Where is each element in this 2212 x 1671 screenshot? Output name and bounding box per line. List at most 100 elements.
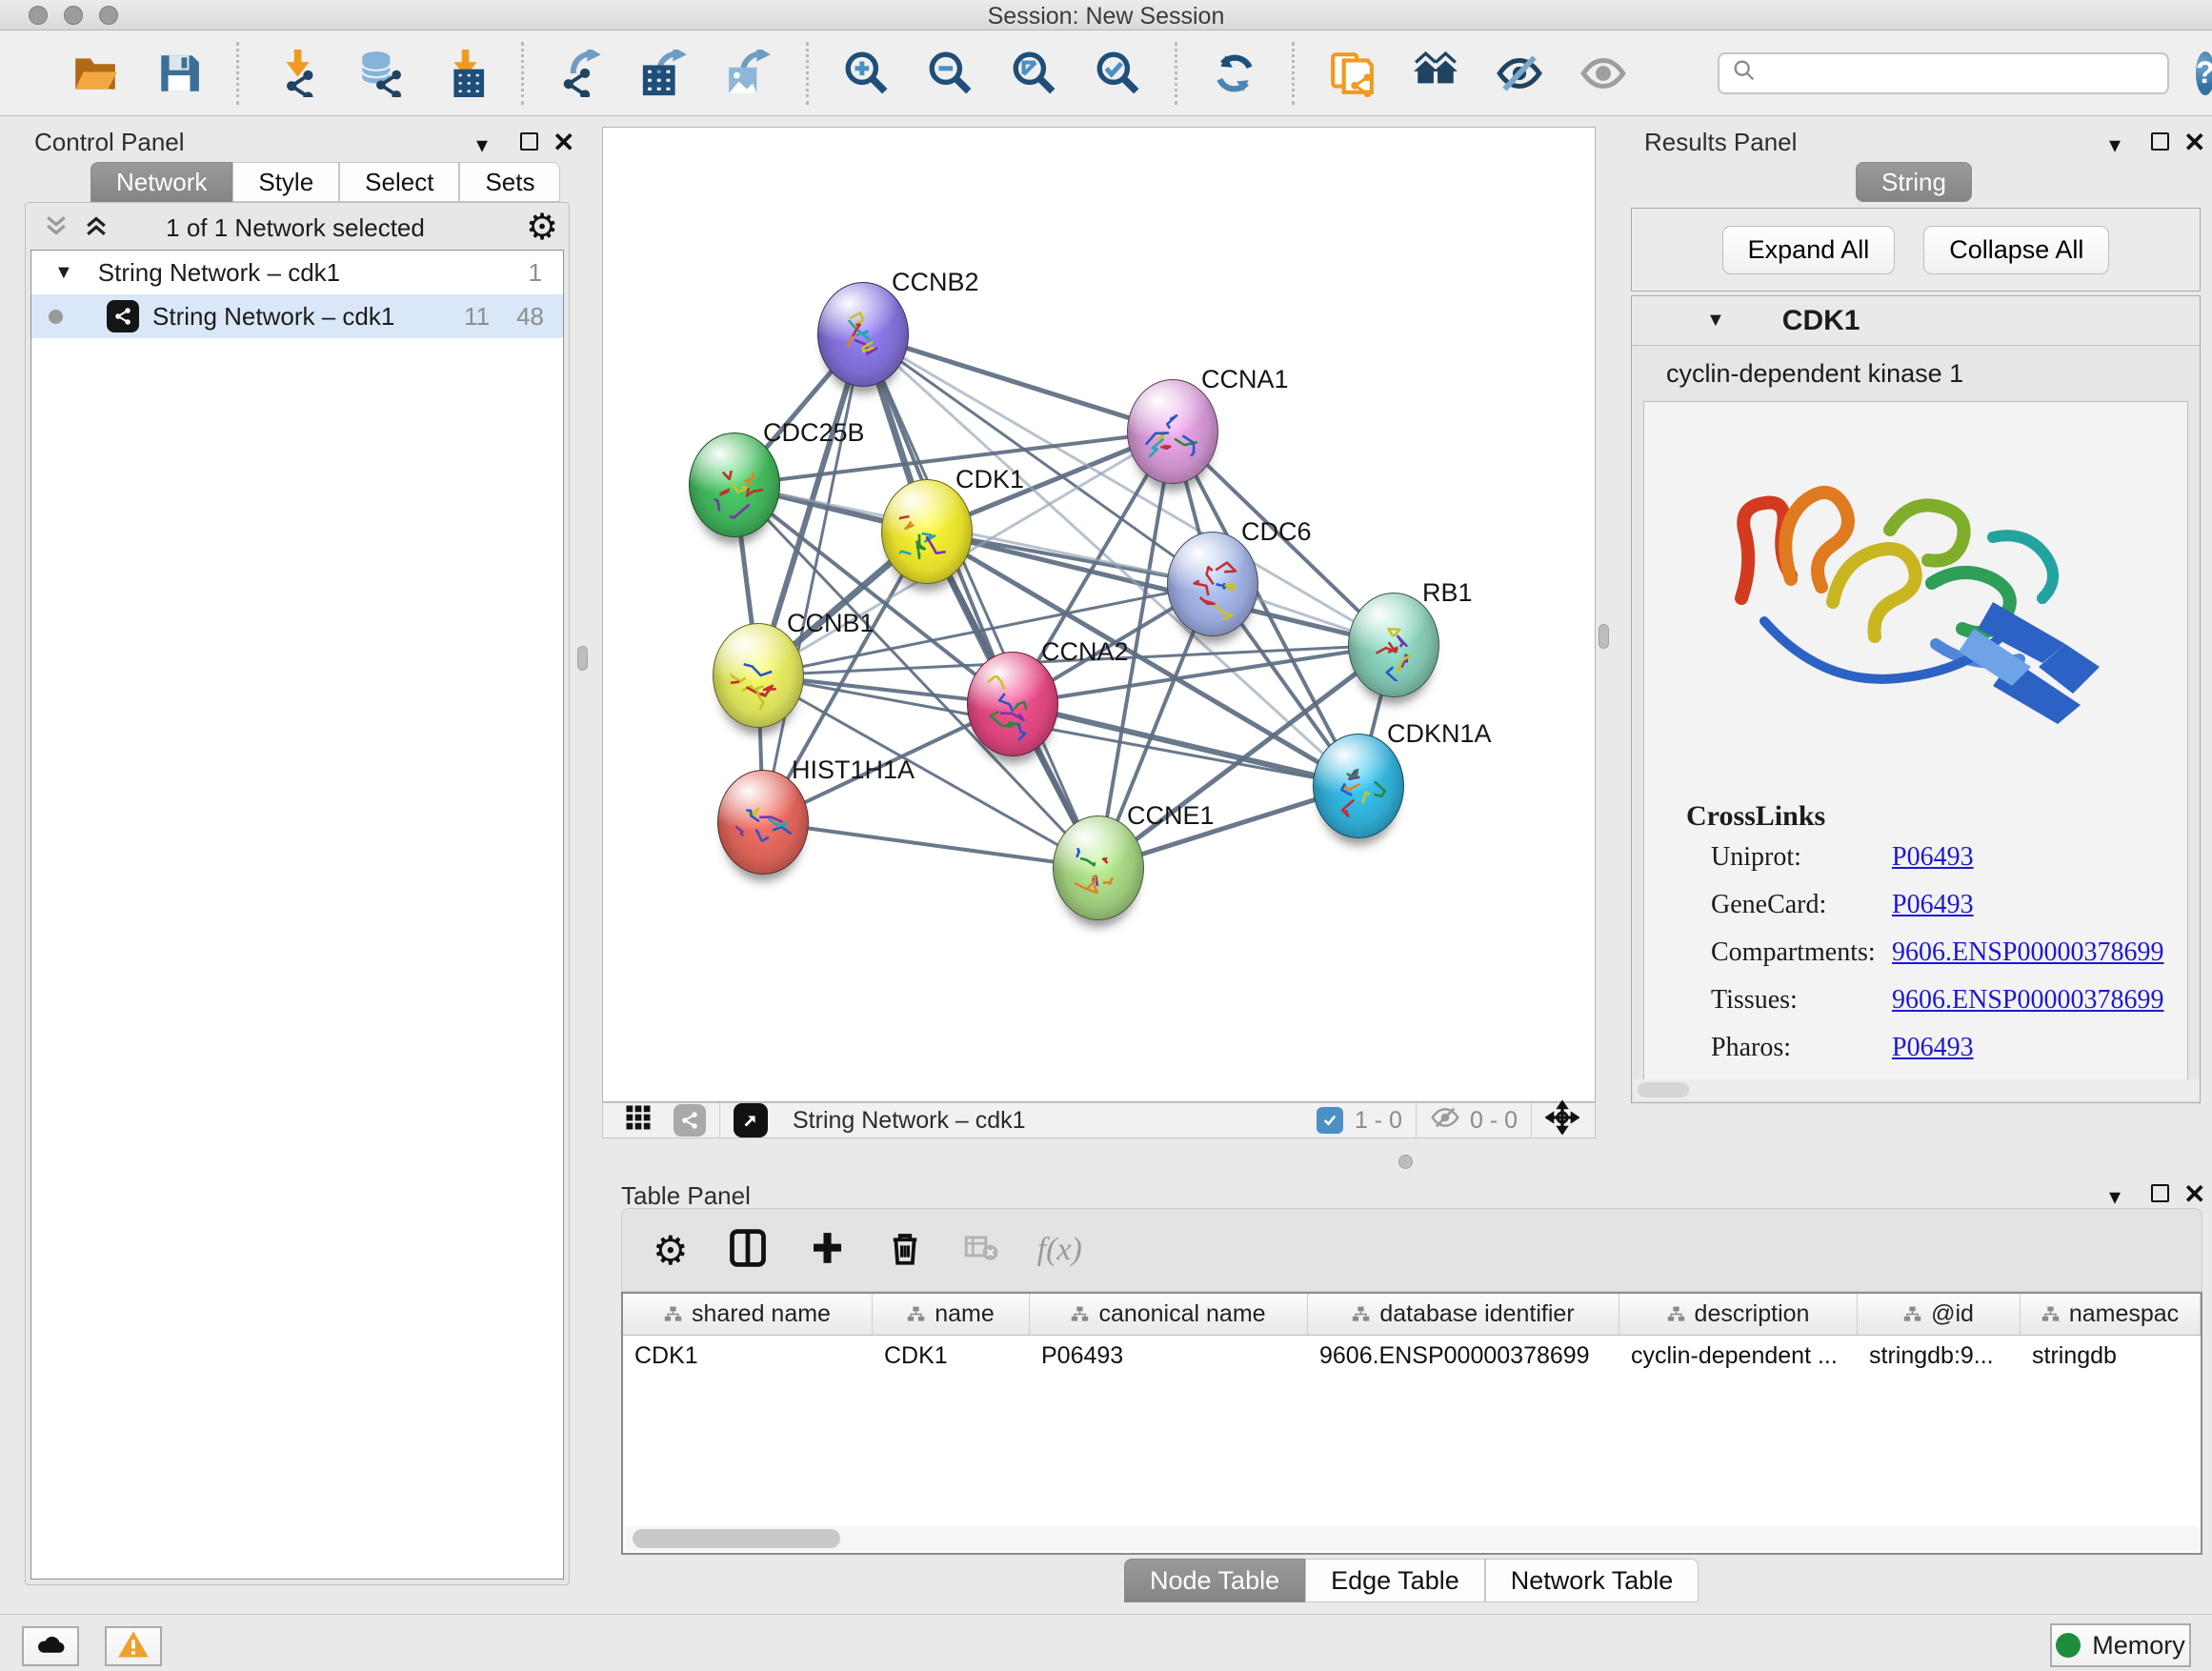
column-header-database-identifier[interactable]: database identifier [1308,1294,1619,1335]
node-CDK1[interactable] [881,479,973,584]
zoom-fit-icon[interactable] [1009,49,1058,98]
table-cell[interactable]: CDK1 [623,1336,873,1378]
tab-network-table[interactable]: Network Table [1485,1559,1699,1602]
save-session-icon[interactable] [154,49,204,98]
node-CCNE1[interactable] [1053,815,1144,920]
export-image-icon[interactable] [724,49,774,98]
crosslink-value-link[interactable]: P06493 [1892,842,1974,873]
collapse-all-button[interactable]: Collapse All [1923,226,2109,274]
search-input[interactable] [1758,60,2167,87]
collapse-all-networks-icon[interactable] [42,211,70,245]
cloud-button[interactable] [22,1626,79,1666]
delete-column-trash-icon[interactable] [885,1228,925,1273]
collection-expand-triangle-icon[interactable]: ▼ [54,262,73,284]
table-cell[interactable]: 9606.ENSP00000378699 [1308,1336,1619,1378]
network-collection-row[interactable]: ▼ String Network – cdk1 1 [31,251,563,294]
warnings-button[interactable] [105,1626,162,1666]
results-panel-close-icon[interactable]: ✕ [2183,130,2205,156]
network-row-selected[interactable]: String Network – cdk1 11 48 [31,294,563,338]
table-row[interactable]: CDK1CDK1P064939606.ENSP00000378699cyclin… [623,1336,2201,1378]
help-button[interactable]: ? [2196,51,2212,95]
table-cell[interactable]: stringdb [2021,1336,2201,1378]
clone-network-icon[interactable] [1327,49,1377,98]
table-hscrollbar[interactable] [625,1526,2199,1551]
import-network-database-icon[interactable] [355,49,405,98]
column-header-name[interactable]: name [873,1294,1030,1335]
crosslink-label: Uniprot: [1711,842,1892,873]
create-column-icon[interactable] [807,1228,847,1273]
node-CDKN1A[interactable] [1313,734,1404,838]
node-RB1[interactable] [1348,593,1439,697]
hide-selected-icon[interactable] [1495,49,1544,98]
node-CDC25B[interactable] [689,433,780,537]
crosslink-value-link[interactable]: 9606.ENSP00000378699 [1892,985,2163,1016]
control-panel-menu-icon[interactable]: ▾ [476,131,488,159]
right-splitter-handle[interactable] [1599,624,1609,649]
zoom-out-icon[interactable] [925,49,975,98]
protein-card-header[interactable]: ▼ CDK1 [1632,296,2200,346]
collection-count: 1 [529,258,542,288]
show-columns-icon[interactable] [727,1227,769,1274]
import-network-file-icon[interactable] [271,49,321,98]
table-panel-float-icon[interactable] [2151,1184,2169,1202]
tab-network[interactable]: Network [90,162,232,202]
detach-view-icon[interactable] [734,1103,768,1137]
table-cell[interactable]: stringdb:9... [1858,1336,2021,1378]
crosslink-value-link[interactable]: P06493 [1892,1033,1974,1063]
control-panel-close-icon[interactable]: ✕ [553,130,574,156]
tab-style[interactable]: Style [232,162,339,202]
table-options-gear-icon[interactable]: ⚙ [653,1227,689,1274]
import-table-icon[interactable] [439,49,489,98]
column-header-@id[interactable]: @id [1858,1294,2021,1335]
table-cell[interactable]: cyclin-dependent ... [1619,1336,1858,1378]
left-splitter-handle[interactable] [577,646,588,671]
network-canvas[interactable]: CCNB2CCNA1CDC25BCDK1CDC6RB1CCNB1CCNA2CDK… [602,127,1596,1102]
tab-edge-table[interactable]: Edge Table [1305,1559,1485,1602]
table-cell[interactable]: CDK1 [873,1336,1030,1378]
column-header-namespac[interactable]: namespac [2021,1294,2201,1335]
node-CCNB2[interactable] [817,282,909,387]
tab-sets[interactable]: Sets [459,162,560,202]
expand-all-networks-icon[interactable] [82,211,111,245]
control-panel-float-icon[interactable] [520,132,538,151]
memory-button[interactable]: Memory [2050,1623,2191,1667]
first-neighbors-icon[interactable] [1411,49,1460,98]
tab-select[interactable]: Select [339,162,459,202]
column-header-description[interactable]: description [1619,1294,1858,1335]
node-CCNA2[interactable] [967,652,1058,756]
table-panel-menu-icon[interactable]: ▾ [2109,1183,2121,1211]
birdseye-navigator-icon[interactable] [1545,1100,1579,1141]
node-CCNB1[interactable] [713,623,804,728]
search-box[interactable] [1718,52,2169,94]
results-hscrollbar-thumb[interactable] [1638,1082,1689,1097]
network-options-gear-icon[interactable]: ⚙ [526,206,558,249]
column-header-shared-name[interactable]: shared name [623,1294,873,1335]
open-session-icon[interactable] [70,49,120,98]
grid-mode-icon[interactable] [624,1103,653,1138]
results-panel-float-icon[interactable] [2151,132,2169,151]
export-table-icon[interactable] [640,49,690,98]
table-panel-tabs: Node TableEdge TableNetwork Table [1124,1559,1699,1602]
node-CDC6[interactable] [1167,532,1258,636]
tab-string[interactable]: String [1856,162,1972,202]
column-header-canonical-name[interactable]: canonical name [1030,1294,1308,1335]
crosslink-value-link[interactable]: P06493 [1892,890,1974,920]
export-network-icon[interactable] [556,49,606,98]
node-table[interactable]: shared namenamecanonical namedatabase id… [621,1292,2202,1555]
crosslink-value-link[interactable]: 9606.ENSP00000378699 [1892,937,2163,968]
table-hscrollbar-thumb[interactable] [633,1529,840,1548]
zoom-selected-icon[interactable] [1093,49,1142,98]
horizontal-splitter-handle[interactable] [1398,1155,1413,1169]
table-panel-close-icon[interactable]: ✕ [2183,1181,2205,1208]
table-cell[interactable]: P06493 [1030,1336,1308,1378]
expand-all-button[interactable]: Expand All [1722,226,1896,274]
zoom-in-icon[interactable] [841,49,891,98]
results-hscrollbar[interactable] [1634,1079,2200,1100]
results-panel-menu-icon[interactable]: ▾ [2109,131,2121,159]
protein-collapse-triangle-icon[interactable]: ▼ [1706,310,1725,332]
node-HIST1H1A[interactable] [717,770,809,875]
apply-layout-icon[interactable] [1210,49,1259,98]
selected-checkbox-icon[interactable] [1317,1107,1343,1134]
node-CCNA1[interactable] [1127,379,1218,484]
tab-node-table[interactable]: Node Table [1124,1559,1305,1602]
